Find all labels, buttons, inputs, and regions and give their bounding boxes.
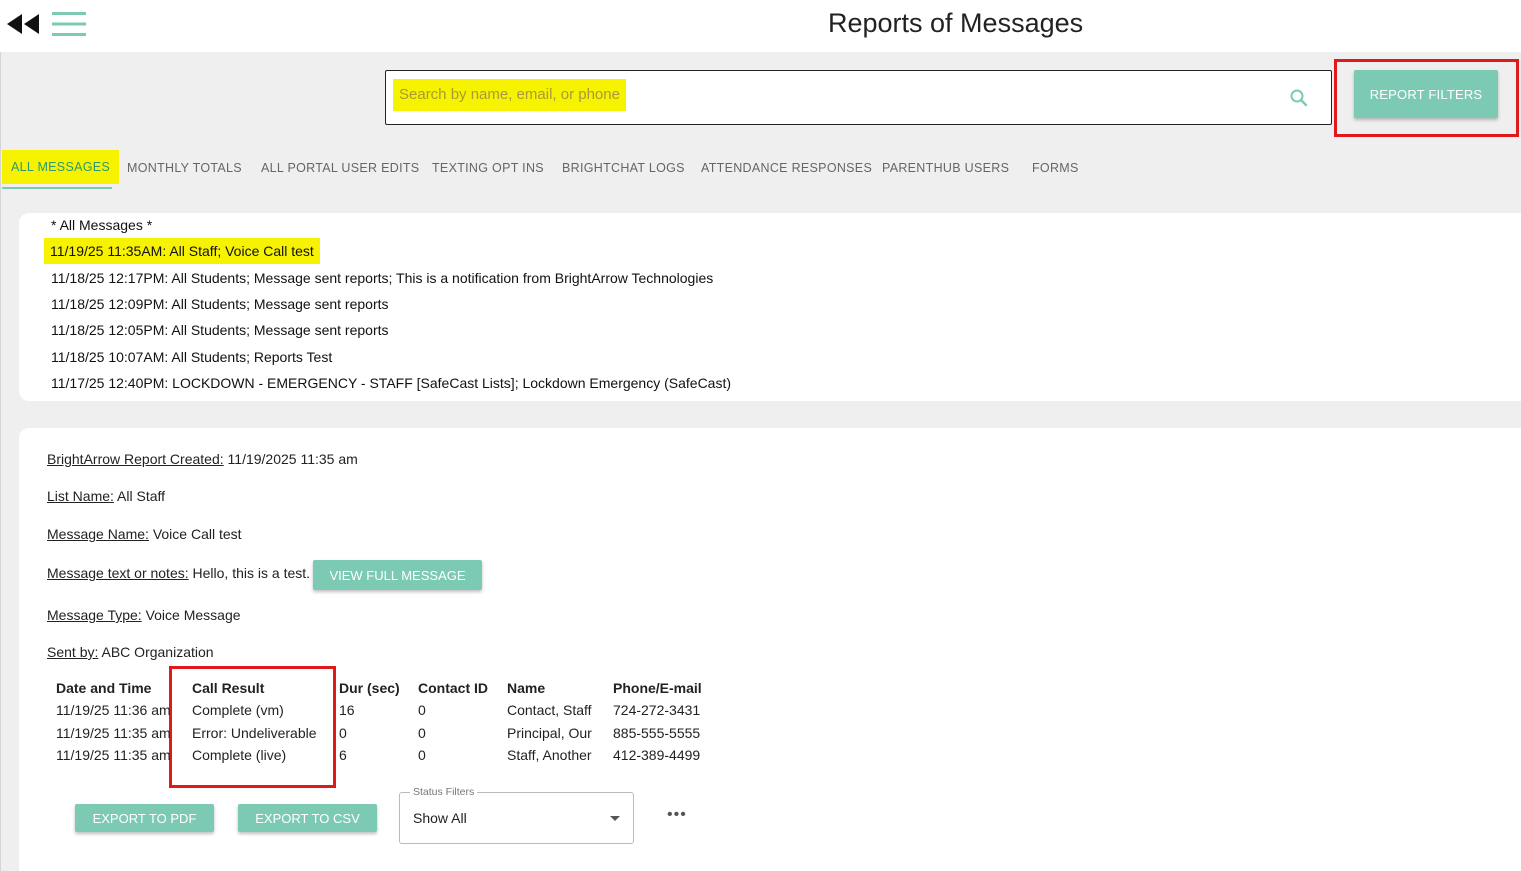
list-item-selected[interactable]: 11/19/25 11:35AM: All Staff; Voice Call …: [44, 238, 320, 264]
tab-all-messages[interactable]: ALL MESSAGES: [2, 150, 120, 184]
report-filters-button[interactable]: REPORT FILTERS: [1354, 70, 1498, 118]
message-name: Message Name: Voice Call test: [47, 526, 242, 542]
message-notes: Message text or notes: Hello, this is a …: [47, 565, 310, 581]
table-cell: 412-389-4499: [613, 747, 701, 763]
list-item[interactable]: 11/18/25 10:07AM: All Students; Reports …: [51, 349, 332, 365]
table-cell: 0: [339, 725, 347, 741]
tab-bar: ALL MESSAGES MONTHLY TOTALS ALL PORTAL U…: [0, 150, 1100, 190]
list-item[interactable]: 11/18/25 12:17PM: All Students; Message …: [51, 270, 713, 286]
double-chevron-left-icon[interactable]: [5, 12, 41, 36]
search-icon[interactable]: [1289, 88, 1309, 108]
table-cell: 0: [418, 725, 426, 741]
table-header: Contact ID: [418, 680, 488, 696]
tab-brightchat-logs[interactable]: BRIGHTCHAT LOGS: [562, 150, 685, 188]
tab-all-portal-user-edits[interactable]: ALL PORTAL USER EDITS: [261, 150, 419, 188]
sent-by-value: ABC Organization: [101, 644, 214, 660]
status-filter-value: Show All: [413, 810, 467, 826]
message-notes-value: Hello, this is a test.: [192, 565, 311, 581]
list-item[interactable]: * All Messages *: [51, 217, 152, 233]
message-notes-label: Message text or notes:: [47, 565, 189, 581]
caret-down-icon: [610, 816, 620, 821]
message-type: Message Type: Voice Message: [47, 607, 241, 623]
table-header: Name: [507, 680, 546, 696]
report-created-value: 11/19/2025 11:35 am: [227, 451, 358, 467]
list-item[interactable]: 11/17/25 12:40PM: LOCKDOWN - EMERGENCY -…: [51, 375, 731, 391]
sent-by-label: Sent by:: [47, 644, 99, 660]
report-created: BrightArrow Report Created: 11/19/2025 1…: [47, 451, 358, 467]
message-type-value: Voice Message: [145, 607, 241, 623]
search-input[interactable]: Search by name, email, or phone: [385, 70, 1332, 125]
search-placeholder: Search by name, email, or phone: [393, 79, 626, 111]
list-name: List Name: All Staff: [47, 488, 165, 504]
table-cell: Error: Undeliverable: [192, 725, 317, 741]
list-item[interactable]: 11/18/25 12:09PM: All Students; Message …: [51, 296, 389, 312]
table-cell: Principal, Our: [507, 725, 592, 741]
list-item[interactable]: 11/18/25 12:05PM: All Students; Message …: [51, 322, 389, 338]
message-list: * All Messages * 11/19/25 11:35AM: All S…: [19, 213, 1521, 401]
table-cell: 724-272-3431: [613, 702, 701, 718]
status-filter-label: Status Filters: [410, 786, 478, 798]
table-cell: 16: [339, 702, 355, 718]
list-name-value: All Staff: [117, 488, 166, 504]
status-filter-select[interactable]: Status Filters Show All: [399, 786, 634, 844]
export-csv-button[interactable]: EXPORT TO CSV: [238, 804, 377, 832]
top-bar: Reports of Messages: [0, 0, 1521, 52]
table-cell: 11/19/25 11:36 am: [56, 702, 171, 718]
tab-monthly-totals[interactable]: MONTHLY TOTALS: [127, 150, 242, 188]
table-cell: 0: [418, 747, 426, 763]
tab-forms[interactable]: FORMS: [1032, 150, 1079, 188]
tab-attendance-responses[interactable]: ATTENDANCE RESPONSES: [701, 150, 872, 188]
more-options-icon[interactable]: •••: [667, 806, 687, 824]
message-name-value: Voice Call test: [152, 526, 242, 542]
sent-by: Sent by: ABC Organization: [47, 644, 214, 660]
list-name-label: List Name:: [47, 488, 114, 504]
table-cell: 0: [418, 702, 426, 718]
table-cell: 11/19/25 11:35 am: [56, 725, 171, 741]
table-header: Phone/E-mail: [613, 680, 702, 696]
table-header: Date and Time: [56, 680, 152, 696]
table-header: Dur (sec): [339, 680, 400, 696]
table-header: Call Result: [192, 680, 265, 696]
table-cell: Complete (live): [192, 747, 287, 763]
table-cell: Staff, Another: [507, 747, 592, 763]
page-title: Reports of Messages: [828, 8, 1084, 38]
table-cell: Contact, Staff: [507, 702, 592, 718]
report-details: BrightArrow Report Created: 11/19/2025 1…: [19, 428, 1521, 871]
hamburger-menu-icon[interactable]: [51, 11, 87, 37]
table-cell: 11/19/25 11:35 am: [56, 747, 171, 763]
table-cell: 885-555-5555: [613, 725, 701, 741]
tab-texting-opt-ins[interactable]: TEXTING OPT INS: [432, 150, 544, 188]
message-name-label: Message Name:: [47, 526, 149, 542]
table-cell: 6: [339, 747, 347, 763]
view-full-message-button[interactable]: VIEW FULL MESSAGE: [313, 560, 482, 590]
tab-parenthub-users[interactable]: PARENTHUB USERS: [882, 150, 1009, 188]
message-type-label: Message Type:: [47, 607, 142, 623]
active-tab-indicator: [2, 187, 112, 189]
table-cell: Complete (vm): [192, 702, 284, 718]
export-pdf-button[interactable]: EXPORT TO PDF: [75, 804, 214, 832]
report-created-label: BrightArrow Report Created:: [47, 451, 224, 467]
